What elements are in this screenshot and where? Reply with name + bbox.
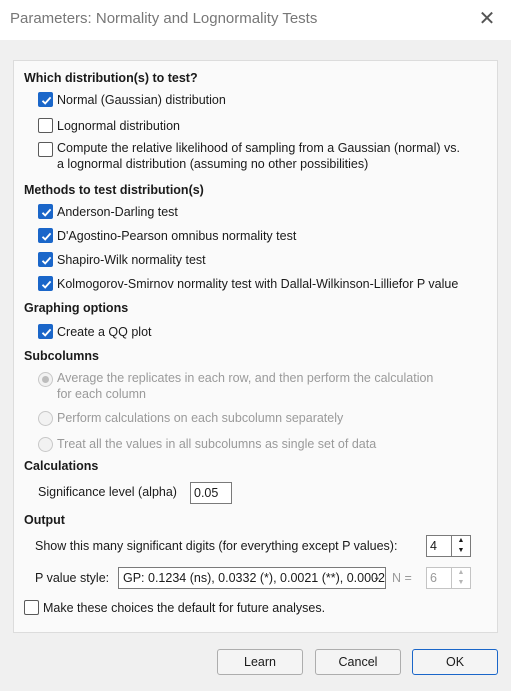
kolmogorov-smirnov-checkbox[interactable]: [38, 276, 53, 291]
subcolumns-heading: Subcolumns: [24, 349, 100, 363]
average-replicates-label-line1: Average the replicates in each row, and …: [57, 371, 434, 385]
pvalue-style-value: GP: 0.1234 (ns), 0.0332 (*), 0.0021 (**)…: [123, 571, 385, 585]
dagostino-pearson-label: D'Agostino-Pearson omnibus normality tes…: [57, 229, 297, 243]
normal-label: Normal (Gaussian) distribution: [57, 93, 226, 107]
pvalue-style-select[interactable]: GP: 0.1234 (ns), 0.0332 (*), 0.0021 (**)…: [118, 567, 386, 589]
separately-radio[interactable]: [38, 411, 53, 426]
n-spinner-up-icon[interactable]: ▲: [452, 568, 470, 578]
qq-plot-label: Create a QQ plot: [57, 325, 152, 339]
single-set-radio[interactable]: [38, 437, 53, 452]
kolmogorov-smirnov-label: Kolmogorov-Smirnov normality test with D…: [57, 277, 459, 291]
default-choice-checkbox[interactable]: [24, 600, 39, 615]
n-label: N =: [392, 571, 412, 585]
single-set-label: Treat all the values in all subcolumns a…: [57, 437, 377, 451]
cancel-button[interactable]: Cancel: [315, 649, 401, 675]
close-icon[interactable]: ✕: [477, 9, 497, 29]
graphing-heading: Graphing options: [24, 301, 129, 315]
window-title: Parameters: Normality and Lognormality T…: [10, 10, 318, 27]
chevron-down-icon: ⌄: [372, 572, 381, 583]
n-spinner[interactable]: ▲ ▼: [451, 567, 471, 589]
alpha-label: Significance level (alpha): [38, 485, 177, 499]
normal-checkbox[interactable]: [38, 92, 53, 107]
calculations-heading: Calculations: [24, 459, 99, 473]
learn-button[interactable]: Learn: [217, 649, 303, 675]
qq-plot-checkbox[interactable]: [38, 324, 53, 339]
shapiro-wilk-checkbox[interactable]: [38, 252, 53, 267]
output-heading: Output: [24, 513, 65, 527]
methods-heading: Methods to test distribution(s): [24, 183, 204, 197]
spinner-up-icon[interactable]: ▲: [452, 536, 470, 546]
n-spinner-down-icon[interactable]: ▼: [452, 578, 470, 588]
lognormal-label: Lognormal distribution: [57, 119, 180, 133]
likelihood-label-line2: a lognormal distribution (assuming no ot…: [57, 157, 369, 171]
likelihood-checkbox[interactable]: [38, 142, 53, 157]
shapiro-wilk-label: Shapiro-Wilk normality test: [57, 253, 206, 267]
distribution-heading: Which distribution(s) to test?: [24, 71, 198, 85]
likelihood-label-line1: Compute the relative likelihood of sampl…: [57, 141, 460, 155]
dagostino-pearson-checkbox[interactable]: [38, 228, 53, 243]
ok-button[interactable]: OK: [412, 649, 498, 675]
anderson-darling-checkbox[interactable]: [38, 204, 53, 219]
spinner-down-icon[interactable]: ▼: [452, 546, 470, 556]
pvalue-label: P value style:: [35, 571, 110, 585]
digits-label: Show this many significant digits (for e…: [35, 539, 398, 553]
average-replicates-label-line2: for each column: [57, 387, 146, 401]
lognormal-checkbox[interactable]: [38, 118, 53, 133]
separately-label: Perform calculations on each subcolumn s…: [57, 411, 344, 425]
average-replicates-radio[interactable]: [38, 372, 53, 387]
digits-spinner[interactable]: ▲ ▼: [451, 535, 471, 557]
alpha-input[interactable]: 0.05: [190, 482, 232, 504]
n-input[interactable]: 6: [426, 567, 452, 589]
title-bar: Parameters: Normality and Lognormality T…: [0, 0, 511, 40]
digits-input[interactable]: 4: [426, 535, 452, 557]
default-choice-label: Make these choices the default for futur…: [43, 601, 326, 615]
anderson-darling-label: Anderson-Darling test: [57, 205, 178, 219]
